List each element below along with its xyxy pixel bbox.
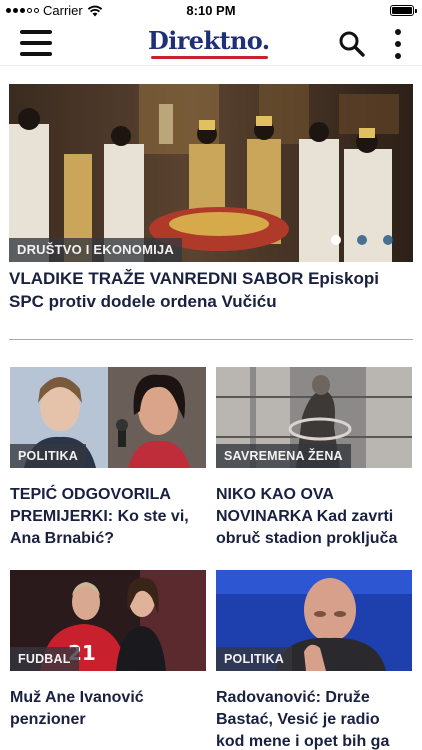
hero-category-tag: DRUŠTVO I EKONOMIJA xyxy=(9,238,182,262)
article-headline[interactable]: Radovanović: Druže Bastać, Vesić je radi… xyxy=(216,687,412,750)
battery-icon xyxy=(390,5,417,16)
app-header: Direktno. xyxy=(0,22,422,66)
article-card[interactable]: POLITIKA TEPIĆ ODGOVORILA PREMIJERKI: Ko… xyxy=(10,367,206,550)
article-thumbnail: POLITIKA xyxy=(10,367,206,468)
status-bar: Carrier 8:10 PM xyxy=(0,0,422,22)
section-divider xyxy=(9,339,413,340)
hamburger-menu-icon[interactable] xyxy=(20,30,52,56)
carousel-dot[interactable] xyxy=(357,235,367,245)
article-headline[interactable]: TEPIĆ ODGOVORILA PREMIJERKI: Ko ste vi, … xyxy=(10,484,206,550)
article-thumbnail: POLITIKA xyxy=(216,570,412,671)
carousel-dot[interactable] xyxy=(383,235,393,245)
article-category-tag: POLITIKA xyxy=(216,647,292,671)
article-category-tag: SAVREMENA ŽENA xyxy=(216,444,351,468)
logo-underline xyxy=(151,56,268,59)
clock: 8:10 PM xyxy=(186,3,236,18)
article-card[interactable]: SAVREMENA ŽENA NIKO KAO OVA NOVINARKA Ka… xyxy=(216,367,412,550)
article-headline[interactable]: NIKO KAO OVA NOVINARKA Kad zavrti obruč … xyxy=(216,484,412,550)
hero-headline[interactable]: VLADIKE TRAŽE VANREDNI SABOR Episkopi SP… xyxy=(9,267,417,313)
article-thumbnail: 21 FUDBAL xyxy=(10,570,206,671)
hero-article[interactable]: DRUŠTVO I EKONOMIJA xyxy=(9,84,413,262)
article-thumbnail: SAVREMENA ŽENA xyxy=(216,367,412,468)
carousel-dots[interactable] xyxy=(331,235,393,245)
more-vertical-icon[interactable] xyxy=(390,29,406,59)
site-logo[interactable]: Direktno. xyxy=(148,26,270,55)
article-headline[interactable]: Muž Ane Ivanović penzioner xyxy=(10,687,206,731)
article-category-tag: POLITIKA xyxy=(10,444,86,468)
search-icon[interactable] xyxy=(338,30,366,58)
article-card[interactable]: POLITIKA Radovanović: Druže Bastać, Vesi… xyxy=(216,570,412,750)
article-card[interactable]: 21 FUDBAL Muž Ane Ivanović penzioner xyxy=(10,570,206,731)
article-category-tag: FUDBAL xyxy=(10,647,79,671)
carousel-dot[interactable] xyxy=(331,235,341,245)
